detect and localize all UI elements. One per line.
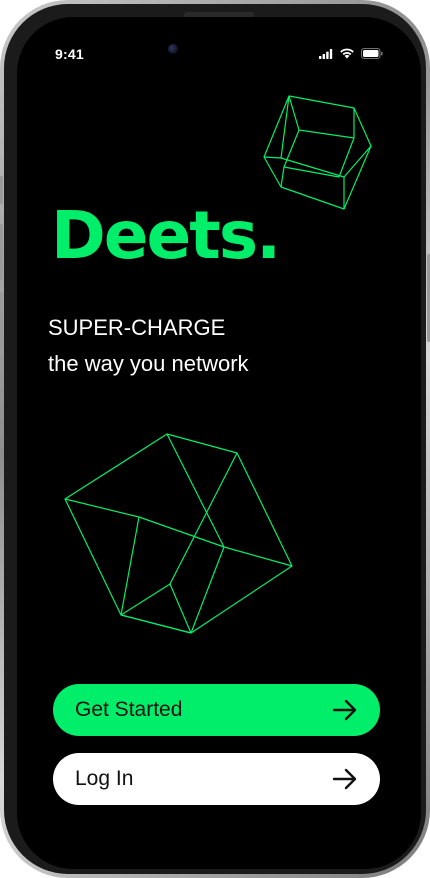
wifi-icon <box>340 48 354 59</box>
wireframe-cube-large-icon <box>64 433 293 634</box>
phone-frame: 9:41 Deets. SUPER-CHARGE the way you net… <box>0 0 430 878</box>
status-icons <box>319 48 383 59</box>
app-screen: 9:41 Deets. SUPER-CHARGE the way you net… <box>17 17 421 869</box>
action-button <box>0 176 3 204</box>
status-bar: 9:41 <box>17 17 421 67</box>
tagline-subline: the way you network <box>48 351 249 376</box>
phone-bezel: 9:41 Deets. SUPER-CHARGE the way you net… <box>4 4 426 874</box>
battery-icon <box>361 48 383 59</box>
cellular-signal-icon <box>319 48 333 59</box>
get-started-button[interactable]: Get Started <box>53 684 380 736</box>
login-button[interactable]: Log In <box>53 753 380 805</box>
volume-up-button <box>0 224 3 280</box>
volume-down-button <box>0 292 3 348</box>
arrow-right-icon <box>332 768 357 790</box>
app-logo: Deets. <box>51 197 281 274</box>
tagline-headline: SUPER-CHARGE <box>48 315 226 340</box>
get-started-label: Get Started <box>75 698 183 721</box>
arrow-right-icon <box>332 699 357 721</box>
login-label: Log In <box>75 767 134 790</box>
status-time: 9:41 <box>55 46 84 62</box>
